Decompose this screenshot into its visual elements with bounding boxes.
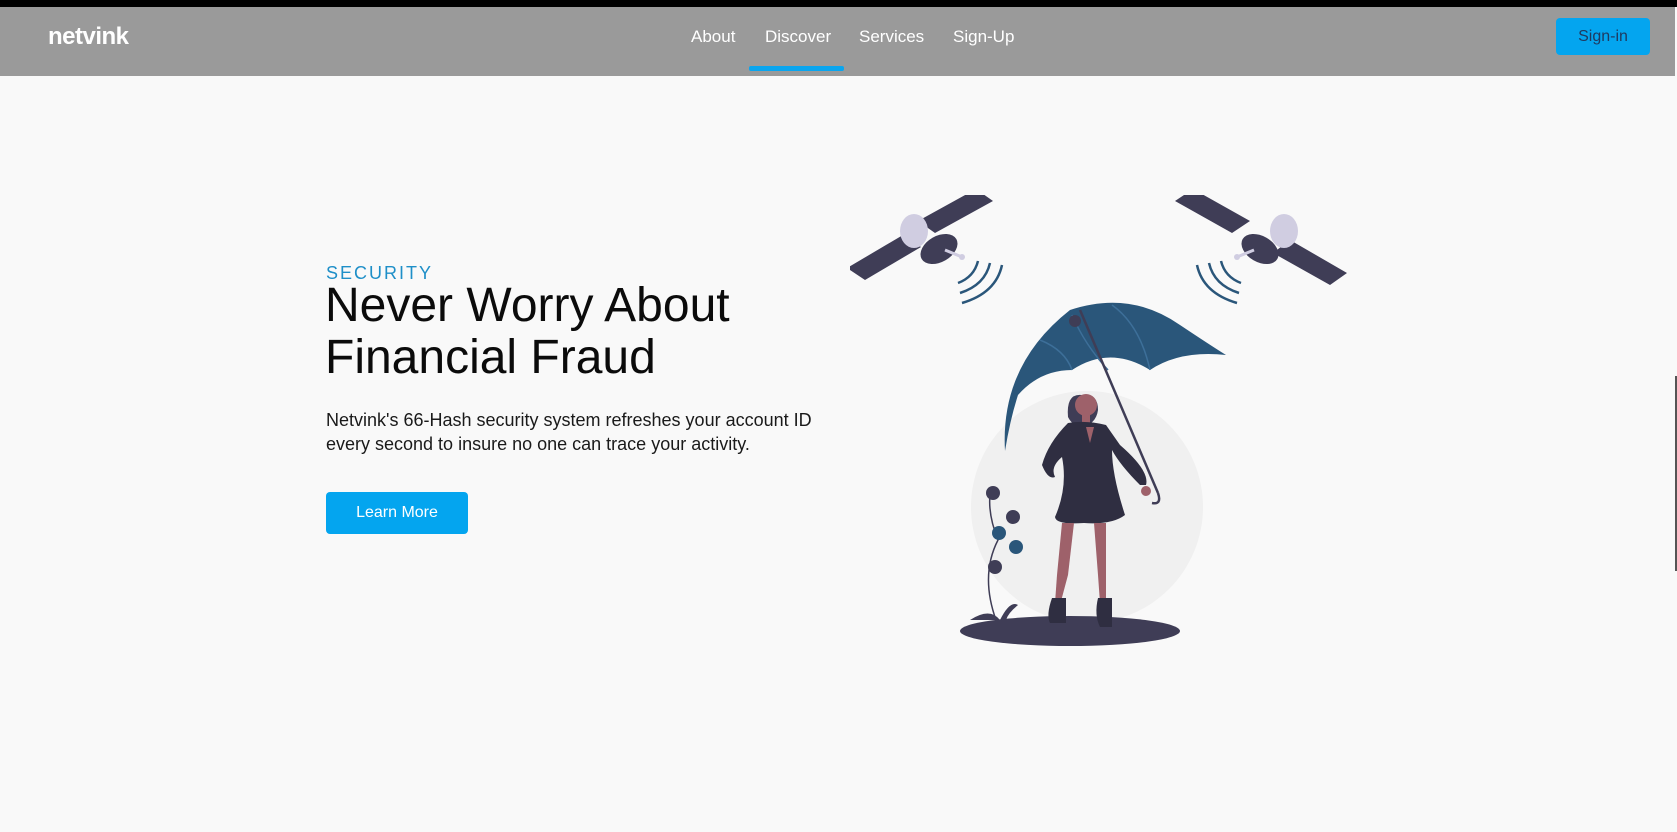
nav-link-signup[interactable]: Sign-Up — [953, 27, 1014, 47]
signal-waves-icon — [1195, 260, 1242, 305]
nav-active-indicator — [749, 66, 844, 71]
nav-link-about[interactable]: About — [691, 27, 735, 47]
nav-link-services[interactable]: Services — [859, 27, 924, 47]
learn-more-button[interactable]: Learn More — [326, 492, 468, 534]
hero-description-line2: every second to insure no one can trace … — [326, 434, 750, 454]
hero-description: Netvink's 66-Hash security system refres… — [326, 408, 846, 456]
nav-link-discover[interactable]: Discover — [765, 27, 831, 47]
hero-headline-line1: Never Worry About — [325, 279, 730, 332]
hero-description-line1: Netvink's 66-Hash security system refres… — [326, 410, 812, 430]
signin-button[interactable]: Sign-in — [1556, 18, 1650, 55]
hero-headline-line2: Financial Fraud — [325, 331, 656, 384]
hero-illustration — [850, 195, 1347, 646]
navbar: netvink About Discover Services Sign-Up … — [0, 7, 1675, 76]
signal-waves-icon — [957, 260, 1004, 305]
browser-top-strip — [0, 0, 1677, 7]
satellite-icon — [1175, 195, 1347, 285]
hero-headline: Never Worry About Financial Fraud — [325, 280, 845, 384]
nav-links: About Discover Services Sign-Up — [0, 7, 1675, 76]
satellite-icon — [850, 195, 993, 280]
